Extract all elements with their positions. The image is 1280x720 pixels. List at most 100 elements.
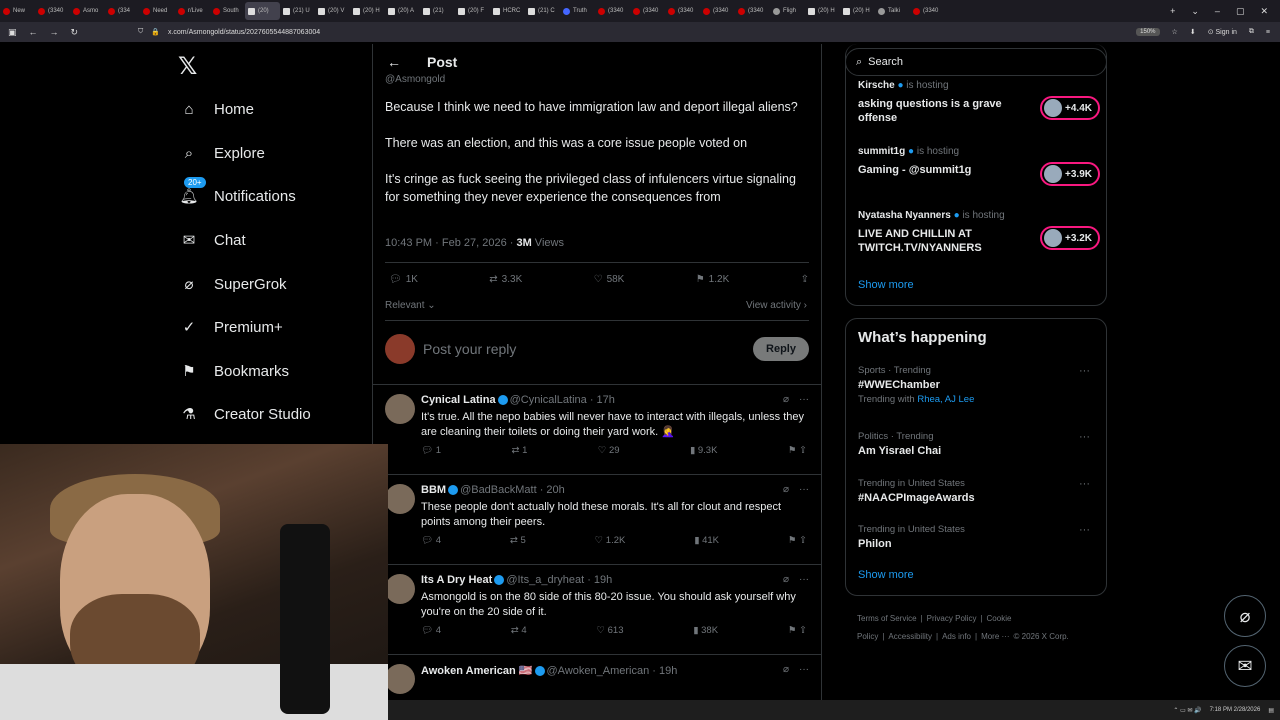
reply-action[interactable]: 💬︎ 1K [389,274,418,285]
like-action[interactable]: ♡ 58K [594,274,625,285]
listener-count-badge[interactable]: +4.4K [1040,96,1100,120]
sidebar-toggle-icon[interactable]: ▣ [8,27,17,38]
nav-item-notifications[interactable]: 🔔︎ 20+ Notifications [178,177,296,209]
browser-tab[interactable]: (20) H [805,2,840,20]
share-action[interactable]: ⇪ [801,274,809,285]
more-icon[interactable]: ··· [799,664,809,675]
live-space[interactable]: Kirsche ● is hosting asking questions is … [858,80,1100,125]
back-arrow-icon[interactable]: ← [387,54,401,70]
listener-count-badge[interactable]: +3.2K [1040,226,1100,250]
views-action[interactable]: ▮ 41K [694,535,719,546]
nav-item-chat[interactable]: ✉ Chat [178,227,246,253]
footer-link[interactable]: Terms of Service [857,614,917,623]
grok-icon[interactable]: ⌀ [783,394,789,405]
reply-input[interactable]: Post your reply [423,341,745,357]
more-icon[interactable]: ··· [799,574,809,585]
avatar[interactable] [385,484,415,514]
nav-item-premium[interactable]: ✓ Premium+ [178,314,283,340]
browser-tab[interactable]: (21) [420,2,455,20]
listener-count-badge[interactable]: +3.9K [1040,162,1100,186]
more-icon[interactable]: ··· [1079,478,1090,490]
reply-action[interactable]: 💬︎ 4 [421,625,441,636]
trend-item[interactable]: Trending in United States Philon ··· [858,524,1098,550]
browser-tab[interactable]: New [0,2,35,20]
zoom-indicator[interactable]: 150% [1136,28,1160,36]
browser-tab[interactable]: (3340 [595,2,630,20]
sign-in-button[interactable]: ⊙ Sign in [1208,28,1237,36]
browser-tab[interactable]: (20) H [350,2,385,20]
lock-icon[interactable]: 🔒 [151,28,160,36]
messages-button[interactable]: ✉ [1224,645,1266,687]
shield-icon[interactable]: ⛉ [138,28,143,36]
repost-action[interactable]: ⇄ 1 [511,445,527,456]
url-field[interactable]: ⛉ 🔒 x.com/Asmongold/status/2027605544887… [130,24,1050,40]
reply-author[interactable]: Its A Dry Heat @Its_a_dryheat · 19h [421,574,612,586]
like-action[interactable]: ♡ 1.2K [595,535,626,546]
reply-author[interactable]: BBM @BadBackMatt · 20h [421,484,565,496]
more-icon[interactable]: ··· [1079,524,1090,536]
timestamp[interactable]: 10:43 PM · Feb 27, 2026 · [385,237,516,249]
browser-tab[interactable]: (3340 [35,2,70,20]
minimize-icon[interactable]: – [1215,6,1220,17]
repost-action[interactable]: ⇄ 5 [510,535,526,546]
nav-item-supergrok[interactable]: ⌀ SuperGrok [178,271,286,297]
clock[interactable]: 7:18 PM 2/28/2026 [1210,707,1261,713]
notification-icon[interactable]: ▤ [1268,707,1274,714]
close-window-icon[interactable]: ✕ [1260,6,1268,17]
forward-icon[interactable]: → [50,27,59,38]
reply-post[interactable]: BBM @BadBackMatt · 20h ⌀ ··· These people do… [385,484,809,568]
trend-item[interactable]: Politics · Trending Am Yisrael Chai ··· [858,431,1098,457]
trend-item[interactable]: Trending in United States #NAACPImageAwar… [858,478,1098,504]
more-icon[interactable]: ··· [1079,431,1090,443]
like-action[interactable]: ♡ 29 [598,445,620,456]
reply-author[interactable]: Cynical Latina @CynicalLatina · 17h [421,394,615,406]
reply-action[interactable]: 💬︎ 4 [421,535,441,546]
show-more-link[interactable]: Show more [858,569,914,581]
more-icon[interactable]: ··· [1079,365,1090,377]
browser-tab[interactable]: (3340 [910,2,945,20]
repost-action[interactable]: ⇄ 4 [511,625,527,636]
grok-button[interactable]: ⌀ [1224,595,1266,637]
browser-tab[interactable]: (3340 [700,2,735,20]
avatar[interactable] [385,664,415,694]
star-icon[interactable]: ☆ [1172,28,1178,36]
live-space[interactable]: Nyatasha Nyanners ● is hosting LIVE AND C… [858,210,1100,255]
tray-icons[interactable]: ⌃ ▭ ✉ 🔊 [1173,707,1201,714]
live-space[interactable]: summit1g ● is hosting Gaming - @summit1g +… [858,146,1100,186]
menu-icon[interactable]: ≡ [1266,29,1270,36]
nav-item-creator-studio[interactable]: ⚗ Creator Studio [178,401,310,427]
new-tab-icon[interactable]: + [1170,6,1175,17]
nav-item-home[interactable]: ⌂ Home [178,96,254,122]
trend-item[interactable]: Sports · Trending #WWEChamber Trending wit… [858,365,1098,405]
author-handle-partial[interactable]: @Asmongold [385,74,445,85]
sort-dropdown[interactable]: Relevant ⌄ [385,300,436,311]
views-action[interactable]: ▮ 38K [693,625,718,636]
grok-icon[interactable]: ⌀ [783,484,789,495]
browser-tab[interactable]: (20) V [315,2,350,20]
footer-link[interactable]: Privacy Policy [927,614,977,623]
browser-tab[interactable]: Fligh [770,2,805,20]
bookmark-action[interactable]: ⚑ ⇪ [788,535,807,546]
reply-author[interactable]: Awoken American 🇺🇸 @Awoken_American · 19h [421,664,677,677]
bookmark-action[interactable]: ⚑ ⇪ [788,445,807,456]
footer-link[interactable]: © 2026 X Corp. [1014,632,1069,641]
grok-icon[interactable]: ⌀ [783,574,789,585]
reply-post[interactable]: Its A Dry Heat @Its_a_dryheat · 19h ⌀ ··· As… [385,574,809,658]
view-activity-link[interactable]: View activity › [746,300,807,311]
browser-tab[interactable]: r/Live [175,2,210,20]
browser-tab[interactable]: (20) H [840,2,875,20]
x-logo-icon[interactable]: 𝕏 [178,52,197,81]
footer-link[interactable]: Accessibility [888,632,932,641]
grok-icon[interactable]: ⌀ [783,664,789,675]
footer-link[interactable]: More ··· [981,632,1009,641]
show-more-link[interactable]: Show more [858,279,914,291]
maximize-icon[interactable]: ▢ [1236,6,1245,17]
avatar[interactable] [385,574,415,604]
browser-tab[interactable]: (334 [105,2,140,20]
more-icon[interactable]: ··· [799,484,809,495]
tab-list-icon[interactable]: ⌄ [1191,6,1199,17]
nav-item-explore[interactable]: ⌕ Explore [178,140,265,166]
browser-tab[interactable]: (20) A [385,2,420,20]
nav-item-bookmarks[interactable]: ⚑ Bookmarks [178,358,289,384]
bookmark-action[interactable]: ⚑ ⇪ [788,625,807,636]
